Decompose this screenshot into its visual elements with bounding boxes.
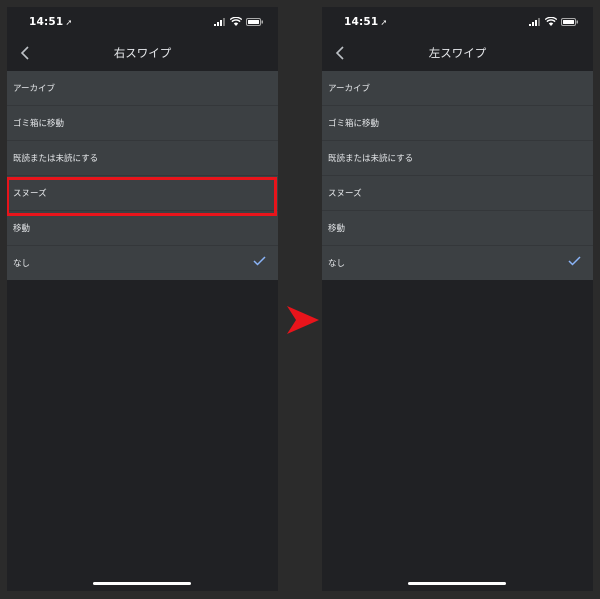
signal-icon (529, 17, 540, 26)
wifi-icon (545, 17, 557, 26)
location-arrow-icon: ➚ (65, 18, 73, 27)
option-label: ゴミ箱に移動 (13, 119, 65, 129)
home-indicator (93, 582, 191, 585)
signal-icon (214, 17, 225, 26)
battery-icon (246, 17, 263, 26)
status-time: 14:51 ➚ (344, 16, 388, 28)
option-archive[interactable]: アーカイブ (7, 71, 278, 106)
swipe-option-list: アーカイブ ゴミ箱に移動 既読または未読にする スヌーズ 移動 なし (7, 71, 278, 280)
option-none[interactable]: なし (322, 246, 593, 280)
phone-screen-left-swipe: 14:51 ➚ 左スワイプ アーカイブ ゴミ箱に移動 既読または未読にする スヌー… (322, 7, 593, 591)
home-indicator (408, 582, 506, 585)
option-move[interactable]: 移動 (7, 211, 278, 246)
option-snooze[interactable]: スヌーズ (322, 176, 593, 211)
option-label: ゴミ箱に移動 (328, 119, 380, 129)
page-title: 左スワイプ (428, 46, 487, 60)
phone-screen-right-swipe: 14:51 ➚ 右スワイプ アーカイブ ゴミ箱に移動 既読または未読にする スヌー… (7, 7, 278, 591)
option-move[interactable]: 移動 (322, 211, 593, 246)
option-label: なし (13, 259, 31, 269)
page-title: 右スワイプ (113, 46, 172, 60)
option-label: 移動 (13, 224, 31, 234)
status-icons (214, 17, 264, 26)
status-bar: 14:51 ➚ (322, 7, 593, 35)
swipe-option-list: アーカイブ ゴミ箱に移動 既読または未読にする スヌーズ 移動 なし (322, 71, 593, 280)
option-snooze[interactable]: スヌーズ (7, 176, 278, 211)
arrow-right-icon (287, 306, 319, 334)
option-label: 既読または未読にする (13, 154, 99, 164)
option-label: アーカイブ (13, 84, 55, 94)
location-arrow-icon: ➚ (380, 18, 388, 27)
checkmark-icon (253, 256, 266, 266)
nav-bar: 右スワイプ (7, 37, 278, 69)
option-label: スヌーズ (328, 189, 362, 199)
option-mark-read-unread[interactable]: 既読または未読にする (7, 141, 278, 176)
nav-bar: 左スワイプ (322, 37, 593, 69)
option-label: 移動 (328, 224, 346, 234)
status-time: 14:51 ➚ (29, 16, 73, 28)
option-archive[interactable]: アーカイブ (322, 71, 593, 106)
option-mark-read-unread[interactable]: 既読または未読にする (322, 141, 593, 176)
option-label: スヌーズ (13, 189, 47, 199)
checkmark-icon (568, 256, 581, 266)
battery-icon (561, 17, 578, 26)
option-label: なし (328, 259, 346, 269)
status-icons (529, 17, 579, 26)
wifi-icon (230, 17, 242, 26)
option-trash[interactable]: ゴミ箱に移動 (322, 106, 593, 141)
option-trash[interactable]: ゴミ箱に移動 (7, 106, 278, 141)
option-label: 既読または未読にする (328, 154, 414, 164)
status-bar: 14:51 ➚ (7, 7, 278, 35)
option-label: アーカイブ (328, 84, 370, 94)
option-none[interactable]: なし (7, 246, 278, 280)
